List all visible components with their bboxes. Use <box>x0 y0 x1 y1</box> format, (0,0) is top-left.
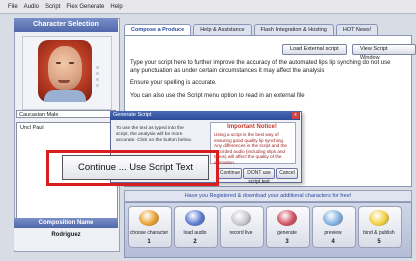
step-icon <box>277 210 297 226</box>
load-external-script-button[interactable]: Load External script <box>282 44 347 55</box>
dialog-description: To use the text as typed into the script… <box>116 126 192 143</box>
script-instructions: Type your script here to further improve… <box>130 60 400 105</box>
step-number: 2 <box>193 239 197 245</box>
step-number: 1 <box>147 239 151 245</box>
composition-name-value[interactable]: Rodriguez <box>14 228 118 250</box>
cancel-button[interactable]: Cancel <box>276 168 298 179</box>
menu-bar: File Audio Script Flex Generate Help <box>0 0 416 14</box>
step-icon <box>369 210 389 226</box>
composition-name-header: Composition Name <box>14 218 118 228</box>
step-number: 3 <box>285 239 289 245</box>
continue-button[interactable]: Continue <box>218 168 242 179</box>
list-item[interactable]: Uncl Paul <box>17 123 117 133</box>
menu-script[interactable]: Script <box>45 4 60 10</box>
menu-audio[interactable]: Audio <box>24 4 39 10</box>
step-number: 5 <box>377 239 381 245</box>
right-eye <box>69 62 74 64</box>
close-icon[interactable]: x <box>292 112 299 119</box>
step-icon <box>139 210 159 226</box>
step-icon <box>231 210 251 226</box>
mouth <box>58 80 70 83</box>
register-banner[interactable]: Have you Registered & download your addi… <box>124 190 412 202</box>
step-label: generate <box>277 230 297 236</box>
step-label: preview <box>324 230 342 236</box>
step-label: load audio <box>183 230 207 236</box>
menu-file[interactable]: File <box>8 4 18 10</box>
step-label: record live <box>229 230 253 236</box>
step-label: choose character <box>129 230 169 236</box>
instruction-line: Ensure your spelling is accurate. <box>130 80 217 86</box>
instruction-line: You can also use the Script menu option … <box>130 92 305 99</box>
portrait-shirt <box>44 90 86 102</box>
step-label: bind & publish <box>363 230 395 236</box>
notice-text: Using a script is the best way of ensuri… <box>214 132 287 165</box>
step-icon <box>185 210 205 226</box>
character-name-field[interactable]: Caucasian Male <box>16 110 116 118</box>
instruction-line: Type your script here to further improve… <box>130 60 391 74</box>
menu-flex-generate[interactable]: Flex Generate <box>66 4 104 10</box>
use-script-text-button[interactable]: Continue ... Use Script Text <box>62 155 209 180</box>
notice-title: Important Notice! <box>227 124 277 130</box>
menu-help[interactable]: Help <box>110 4 122 10</box>
left-eye <box>56 62 61 64</box>
character-selection-header: Character Selection <box>14 18 118 32</box>
character-face <box>48 46 82 90</box>
step-number: 4 <box>331 239 335 245</box>
portrait-scroll-dots[interactable] <box>96 66 99 87</box>
dont-use-script-button[interactable]: DONT use script text <box>243 168 275 185</box>
step-icon <box>323 210 343 226</box>
view-script-window-button[interactable]: View Script Window <box>352 44 416 61</box>
dialog-title[interactable]: Generate Script <box>110 111 300 120</box>
